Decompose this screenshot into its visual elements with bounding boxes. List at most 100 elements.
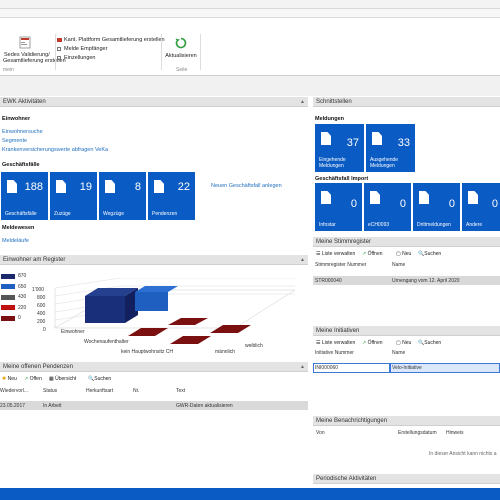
col-header-name[interactable]: Name [392, 350, 405, 356]
search-label: Suchen [424, 251, 442, 257]
tile-count: 188 [24, 181, 43, 193]
checkbox-icon [57, 46, 61, 51]
einwohnersuche-link[interactable]: Einwohnersuche [2, 129, 43, 135]
initiativen-title: Meine Initiativen [316, 328, 360, 334]
list-manage-button[interactable]: ☰ Liste verwalten [316, 251, 355, 257]
periodische-panel-header: Periodische Aktivitäten [313, 474, 500, 484]
overview-button[interactable]: ▦ Übersicht [49, 376, 76, 382]
list-manage-label: Liste verwalten [321, 340, 356, 346]
ribbon-separator [200, 34, 201, 70]
benachrichtigungen-panel: Meine Benachrichtigungen [313, 416, 500, 466]
z-label: männlich [215, 349, 235, 355]
col-header-status[interactable]: Status [43, 388, 57, 394]
footer-bar [0, 488, 500, 500]
tile-label: Infostar [319, 222, 336, 228]
tile-ech0093[interactable]: 0 eCH0093 [364, 183, 411, 231]
tile-label: Andere [466, 222, 483, 228]
new-button[interactable]: ▢ Neu [396, 251, 411, 257]
cell-status: In Arbeit [43, 403, 62, 409]
overview-label: Übersicht [55, 376, 77, 382]
tile-label: Wegzüge [103, 211, 125, 217]
col-header-nummer[interactable]: Stimmregister Nummer [315, 262, 366, 268]
col-header-hinweis[interactable]: Hinweis [446, 430, 464, 436]
col-header-name[interactable]: Name [392, 262, 405, 268]
tile-geschaeftsfaelle[interactable]: 188 Geschäftsfälle [1, 172, 48, 220]
legend-swatch [1, 273, 15, 279]
meldeempfaenger-button[interactable]: Melde Empfänger [57, 46, 107, 52]
tile-label: Pendenzen [152, 211, 178, 217]
cell-name: Urnengang vom 12. April 2020 [392, 278, 460, 284]
tile-wegzuege[interactable]: 8 Wegzüge [99, 172, 146, 220]
new-button[interactable]: ✱ Neu [2, 376, 17, 382]
schnittstellen-title: Schnittstellen [316, 99, 352, 105]
search-button[interactable]: 🔍Suchen [88, 376, 111, 382]
legend-swatch [1, 315, 15, 321]
tile-count: 8 [134, 181, 141, 193]
cell-text: GWR-Daten aktualisieren [176, 403, 233, 409]
legend-value: 0 [18, 315, 21, 322]
tile-label: eCH0093 [368, 222, 390, 228]
tile-count: 37 [346, 137, 359, 149]
register-panel-header: Einwohner am Register ▲ [0, 255, 308, 265]
table-row[interactable]: 23.05.2017 In Arbeit GWR-Daten aktualisi… [0, 401, 308, 410]
tile-count: 0 [399, 198, 406, 210]
tile-pendenzen[interactable]: 22 Pendenzen [148, 172, 195, 220]
list-manage-label: Liste verwalten [321, 251, 356, 257]
col-header-von[interactable]: Von [316, 430, 325, 436]
y-tick: 800 [37, 295, 46, 301]
segmente-link[interactable]: Segmente [2, 138, 27, 144]
kant-platform-button[interactable]: Kant. Plattform Gesamtlieferung erstelle… [57, 37, 165, 43]
table-row[interactable]: STR000040 Urnengang vom 12. April 2020 [313, 276, 500, 285]
collapse-icon[interactable]: ▲ [300, 362, 305, 372]
tile-infostar[interactable]: 0 Infostar [315, 183, 362, 231]
tile-zuzuege[interactable]: 19 Zuzüge [50, 172, 97, 220]
table-row-selected[interactable]: INI000060 Velo-Initiative [313, 363, 500, 373]
cell-date: 23.05.2017 [0, 403, 26, 409]
ewk-panel-header: EWK Aktivitäten ▲ [0, 97, 308, 107]
periodische-panel: Periodische Aktivitäten [313, 474, 500, 488]
register-title: Einwohner am Register [3, 257, 66, 263]
col-header-nummer[interactable]: Initiative Nummer [315, 350, 354, 356]
ribbon-group-label-right: Seite [176, 67, 188, 73]
y-tick: 400 [37, 311, 46, 317]
document-icon [321, 132, 331, 145]
open-button[interactable]: ↗ Öffnen [362, 340, 383, 346]
krankenversicherung-link[interactable]: Krankenversicherungswerte abfragen VeKa [2, 147, 108, 153]
tab-bar [0, 9, 500, 18]
open-button[interactable]: ↗ Offen [24, 376, 42, 382]
register-3d-chart: 1'000 800 600 400 200 0 Einwohner Wochen… [32, 278, 296, 355]
col-header-herkunftsart[interactable]: Herkunftsart [86, 388, 113, 394]
col-header-text[interactable]: Text [176, 388, 185, 394]
new-label: Neu [402, 251, 412, 257]
search-button[interactable]: 🔍Suchen [418, 251, 441, 257]
einzellungen-button[interactable]: Einzellungen [57, 55, 96, 61]
bar-hauptwohnsitz-weiblich [170, 336, 211, 344]
tile-ausgehende[interactable]: 33 Ausgehende Meldungen [366, 124, 415, 172]
refresh-button[interactable]: Aktualisieren [163, 36, 199, 66]
tile-drittmeldungen[interactable]: 0 Drittmeldungen [413, 183, 460, 231]
collapse-icon[interactable]: ▲ [300, 97, 305, 107]
document-icon [321, 191, 331, 204]
col-header-erstellungsdatum[interactable]: Erstellungsdatum [398, 430, 437, 436]
collapse-icon[interactable]: ▲ [300, 255, 305, 265]
col-header-nr[interactable]: Nr. [133, 388, 139, 394]
open-button[interactable]: ↗ Öffnen [362, 251, 383, 257]
meldelaeufe-link[interactable]: Meldeläufe [2, 238, 29, 244]
bar-hauptwohnsitz-maennlich [210, 325, 251, 333]
new-button[interactable]: ▢ Neu [396, 340, 411, 346]
validate-icon [19, 36, 31, 49]
tile-count: 0 [491, 198, 498, 210]
benachrichtigungen-title: Meine Benachrichtigungen [316, 418, 388, 424]
content-top-strip [0, 76, 500, 96]
document-icon [468, 191, 478, 204]
ribbon-group-label-left: mein [3, 67, 14, 73]
new-case-link[interactable]: Neuen Geschäftsfall anlegen [211, 183, 282, 189]
search-button[interactable]: 🔍Suchen [418, 340, 441, 346]
kant-platform-label: Kant. Plattform Gesamtlieferung erstelle… [64, 37, 165, 43]
tile-andere[interactable]: 0 Andere [462, 183, 500, 231]
new-label: Neu [402, 340, 412, 346]
tile-eingehende[interactable]: 37 Eingehende Meldungen [315, 124, 364, 172]
list-manage-button[interactable]: ☰ Liste verwalten [316, 340, 355, 346]
col-header-wiedervorlage[interactable]: Wiedervorl... [0, 388, 28, 394]
periodische-title: Periodische Aktivitäten [316, 476, 377, 482]
